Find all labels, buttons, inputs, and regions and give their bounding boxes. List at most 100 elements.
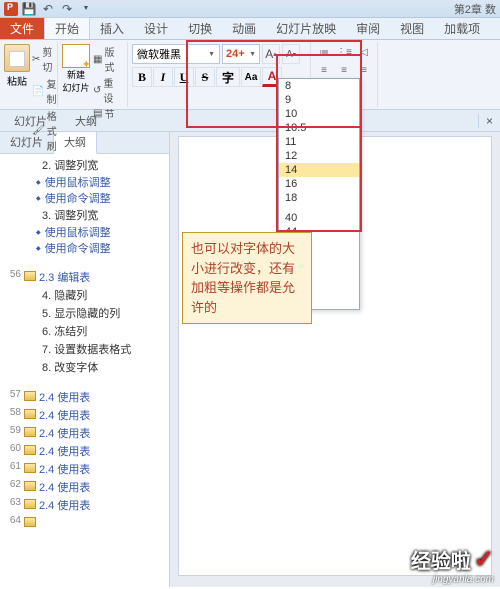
- tab-file[interactable]: 文件: [0, 18, 44, 39]
- text-shadow-button[interactable]: 字: [216, 67, 240, 87]
- outline-item[interactable]: 612.4 使用表: [0, 460, 169, 478]
- font-size-option[interactable]: 18: [279, 191, 359, 205]
- slides-group: 新建 幻灯片 ▦ 版式 ↺ 重设 ▤ 节: [58, 42, 128, 107]
- slide-icon: [24, 517, 36, 527]
- shrink-font-button[interactable]: A▾: [282, 44, 300, 64]
- align-right-button[interactable]: ≡: [355, 62, 373, 78]
- paste-icon: [4, 44, 30, 72]
- pane-tab-outline[interactable]: 大纲: [54, 132, 97, 154]
- outline-item[interactable]: 64: [0, 514, 169, 528]
- format-painter-button[interactable]: 🖌 格式刷: [32, 108, 57, 153]
- tab-home[interactable]: 开始: [44, 17, 90, 39]
- font-size-option[interactable]: 10: [279, 107, 359, 121]
- font-size-value: 24+: [226, 48, 245, 60]
- ribbon: 粘贴 ✂ 剪切 📄 复制 🖌 格式刷 新建 幻灯片 ▦ 版式 ↺ 重设 ▤ 节: [0, 40, 500, 110]
- outline-list[interactable]: 2. 调整列宽使用鼠标调整使用命令调整3. 调整列宽使用鼠标调整使用命令调整56…: [0, 154, 169, 530]
- change-case-button[interactable]: Aa: [241, 67, 261, 87]
- workspace: 幻灯片 大纲 2. 调整列宽使用鼠标调整使用命令调整3. 调整列宽使用鼠标调整使…: [0, 132, 500, 587]
- bullets-button[interactable]: ≔: [315, 44, 333, 60]
- italic-button[interactable]: I: [153, 67, 173, 87]
- outline-item[interactable]: 602.4 使用表: [0, 442, 169, 460]
- align-center-button[interactable]: ≡: [335, 62, 353, 78]
- outline-sub-item[interactable]: 4. 隐藏列: [0, 286, 169, 304]
- undo-icon[interactable]: ↶: [40, 1, 56, 17]
- slide-icon: [24, 391, 36, 401]
- outline-sub-item[interactable]: 6. 冻结列: [0, 322, 169, 340]
- underline-button[interactable]: U: [174, 67, 194, 87]
- save-icon[interactable]: 💾: [21, 1, 37, 17]
- tab-transitions[interactable]: 切换: [178, 18, 222, 39]
- powerpoint-logo-icon: [4, 2, 18, 16]
- outline-item[interactable]: 562.3 编辑表: [0, 268, 169, 286]
- paste-label: 粘贴: [7, 73, 27, 88]
- new-slide-label: 新建 幻灯片: [62, 68, 89, 94]
- bold-button[interactable]: B: [132, 67, 152, 87]
- indent-dec-button[interactable]: ◁: [355, 44, 373, 60]
- outline-sub-item[interactable]: 使用鼠标调整: [0, 174, 169, 190]
- font-size-option[interactable]: 14: [279, 163, 359, 177]
- tab-design[interactable]: 设计: [134, 18, 178, 39]
- outline-sub-item[interactable]: 使用命令调整: [0, 240, 169, 256]
- annotation-callout: 也可以对字体的大小进行改变，还有加粗等操作都是允许的: [182, 232, 312, 324]
- reset-button[interactable]: ↺ 重设: [93, 75, 123, 105]
- font-name-select[interactable]: 微软雅黑 ▼: [132, 44, 220, 64]
- outline-sub-item[interactable]: 使用鼠标调整: [0, 224, 169, 240]
- outline-sub-item[interactable]: 使用命令调整: [0, 190, 169, 206]
- slide-icon: [24, 463, 36, 473]
- left-pane: 幻灯片 大纲 2. 调整列宽使用鼠标调整使用命令调整3. 调整列宽使用鼠标调整使…: [0, 132, 170, 587]
- slide-icon: [24, 427, 36, 437]
- font-size-option[interactable]: 16: [279, 177, 359, 191]
- font-size-option[interactable]: 40: [279, 211, 359, 225]
- font-size-option[interactable]: 12: [279, 149, 359, 163]
- tab-review[interactable]: 审阅: [346, 18, 390, 39]
- outline-sub-item[interactable]: 2. 调整列宽: [0, 156, 169, 174]
- paste-button[interactable]: 粘贴: [4, 44, 30, 153]
- outline-sub-item[interactable]: 8. 改变字体: [0, 358, 169, 376]
- chevron-down-icon: ▼: [249, 51, 256, 58]
- chevron-down-icon: ▼: [208, 51, 215, 58]
- font-size-option[interactable]: 11: [279, 135, 359, 149]
- watermark-text: 经验啦: [411, 545, 471, 574]
- slide-icon: [24, 481, 36, 491]
- clipboard-group: 粘贴 ✂ 剪切 📄 复制 🖌 格式刷: [0, 42, 58, 107]
- outline-item[interactable]: 622.4 使用表: [0, 478, 169, 496]
- watermark: 经验啦✓ jingyanla.com: [411, 545, 494, 585]
- layout-button[interactable]: ▦ 版式: [93, 44, 123, 74]
- tab-animations[interactable]: 动画: [222, 18, 266, 39]
- qat-more-icon[interactable]: ▼: [78, 1, 94, 17]
- tab-view[interactable]: 视图: [390, 18, 434, 39]
- font-size-select[interactable]: 24+ ▼: [222, 44, 260, 64]
- new-slide-icon: [62, 44, 90, 68]
- outline-sub-item[interactable]: 5. 显示隐藏的列: [0, 304, 169, 322]
- font-name-value: 微软雅黑: [137, 46, 181, 62]
- grow-font-button[interactable]: A▴: [262, 44, 280, 64]
- font-size-option[interactable]: 9: [279, 93, 359, 107]
- font-size-option[interactable]: 8: [279, 79, 359, 93]
- tab-insert[interactable]: 插入: [90, 18, 134, 39]
- redo-icon[interactable]: ↷: [59, 1, 75, 17]
- tab-addins[interactable]: 加载项: [434, 18, 490, 39]
- title-bar: 💾 ↶ ↷ ▼ 第2章 数: [0, 0, 500, 18]
- copy-button[interactable]: 📄 复制: [32, 76, 57, 106]
- new-slide-button[interactable]: 新建 幻灯片: [62, 44, 90, 121]
- ribbon-tabs: 文件 开始 插入 设计 切换 动画 幻灯片放映 审阅 视图 加载项: [0, 18, 500, 40]
- tab-slideshow[interactable]: 幻灯片放映: [266, 18, 346, 39]
- strike-button[interactable]: S: [195, 67, 215, 87]
- quick-access-toolbar: 💾 ↶ ↷ ▼: [4, 1, 94, 17]
- window-title: 第2章 数: [454, 1, 496, 17]
- close-pane-button[interactable]: ×: [478, 114, 500, 128]
- numbering-button[interactable]: ⋮≡: [335, 44, 353, 60]
- align-left-button[interactable]: ≡: [315, 62, 333, 78]
- outline-item[interactable]: 592.4 使用表: [0, 424, 169, 442]
- outline-sub-item[interactable]: 7. 设置数据表格式: [0, 340, 169, 358]
- outline-item[interactable]: 572.4 使用表: [0, 388, 169, 406]
- font-size-option[interactable]: 10.5: [279, 121, 359, 135]
- outline-item[interactable]: 632.4 使用表: [0, 496, 169, 514]
- slide-icon: [24, 499, 36, 509]
- section-button[interactable]: ▤ 节: [93, 106, 123, 121]
- watermark-url: jingyanla.com: [411, 574, 494, 585]
- outline-sub-item[interactable]: 3. 调整列宽: [0, 206, 169, 224]
- outline-item[interactable]: 582.4 使用表: [0, 406, 169, 424]
- check-icon: ✓: [474, 545, 494, 574]
- cut-button[interactable]: ✂ 剪切: [32, 44, 57, 74]
